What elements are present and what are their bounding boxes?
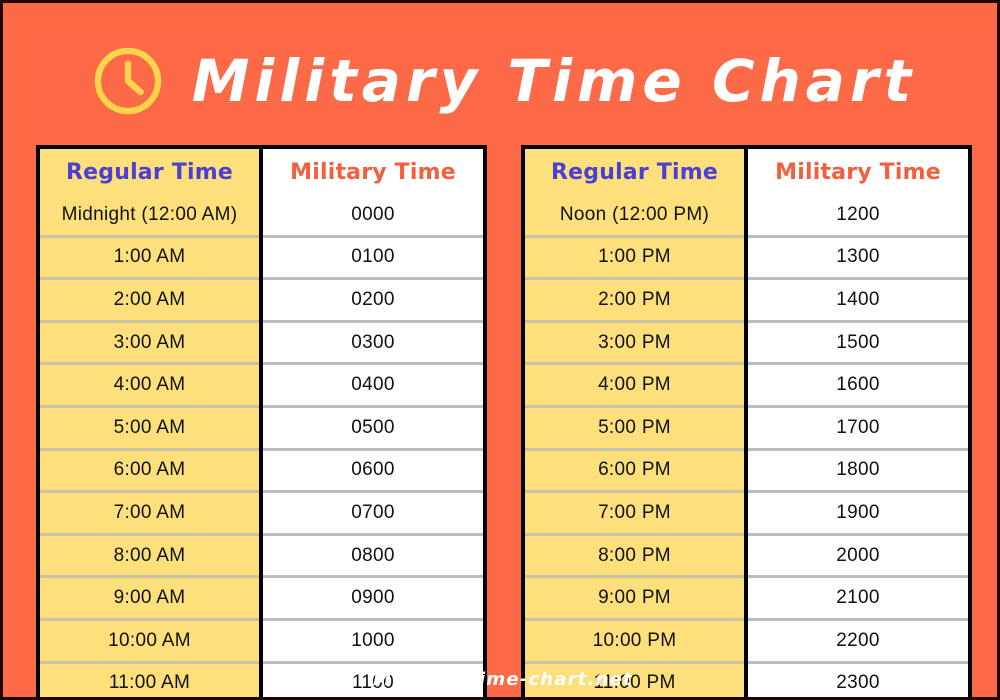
regular-time-cell: 3:00 AM [38, 321, 263, 366]
page-header: Military Time Chart [3, 29, 997, 133]
table-row: 10:00 PM 2200 [523, 619, 970, 664]
regular-time-cell: 8:00 AM [38, 534, 263, 579]
clock-icon [94, 47, 161, 115]
regular-time-cell: 3:00 PM [523, 321, 748, 366]
regular-time-cell: 4:00 AM [38, 363, 263, 408]
military-time-cell: 1900 [745, 491, 970, 536]
table-row: 4:00 PM 1600 [523, 363, 970, 408]
regular-time-cell: Noon (12:00 PM) [523, 195, 748, 238]
military-time-cell: 0000 [260, 195, 485, 238]
table-row: 2:00 AM 0200 [38, 278, 485, 323]
page-title: Military Time Chart [191, 47, 917, 115]
regular-time-cell: Midnight (12:00 AM) [38, 195, 263, 238]
table-row: 5:00 PM 1700 [523, 406, 970, 451]
military-time-cell: 1700 [745, 406, 970, 451]
regular-time-cell: 6:00 PM [523, 449, 748, 494]
table-row: 8:00 PM 2000 [523, 534, 970, 579]
military-time-cell: 0600 [260, 449, 485, 494]
regular-time-cell: 1:00 AM [38, 236, 263, 281]
table-row: Midnight (12:00 AM) 0000 [38, 195, 485, 238]
table-row: 5:00 AM 0500 [38, 406, 485, 451]
table-row: 6:00 AM 0600 [38, 449, 485, 494]
regular-time-cell: 9:00 AM [38, 576, 263, 621]
table-row: 7:00 AM 0700 [38, 491, 485, 536]
table-row: 7:00 PM 1900 [523, 491, 970, 536]
table-row: 3:00 PM 1500 [523, 321, 970, 366]
regular-time-cell: 8:00 PM [523, 534, 748, 579]
time-tables-container: Regular Time Military Time Midnight (12:… [36, 145, 973, 697]
table-row: 3:00 AM 0300 [38, 321, 485, 366]
table-row: 10:00 AM 1000 [38, 619, 485, 664]
page-footer: Military-time-chart.net [3, 669, 997, 690]
military-time-cell: 2100 [745, 576, 970, 621]
regular-time-cell: 5:00 AM [38, 406, 263, 451]
regular-time-cell: 2:00 PM [523, 278, 748, 323]
column-header-military-time: Military Time [745, 147, 970, 195]
table-row: 8:00 AM 0800 [38, 534, 485, 579]
regular-time-cell: 7:00 PM [523, 491, 748, 536]
regular-time-cell: 2:00 AM [38, 278, 263, 323]
regular-time-cell: 10:00 AM [38, 619, 263, 664]
military-time-cell: 0100 [260, 236, 485, 281]
regular-time-cell: 7:00 AM [38, 491, 263, 536]
table-row: 9:00 AM 0900 [38, 576, 485, 621]
military-time-cell: 0900 [260, 576, 485, 621]
military-time-cell: 2000 [745, 534, 970, 579]
military-time-chart-page: Military Time Chart Regular Time Militar… [0, 0, 1000, 700]
military-time-cell: 0700 [260, 491, 485, 536]
am-time-table: Regular Time Military Time Midnight (12:… [36, 145, 487, 697]
table-header-row: Regular Time Military Time [523, 147, 970, 195]
table-header-row: Regular Time Military Time [38, 147, 485, 195]
column-header-regular-time: Regular Time [38, 147, 263, 195]
pm-time-table: Regular Time Military Time Noon (12:00 P… [521, 145, 972, 697]
military-time-cell: 1200 [745, 195, 970, 238]
table-row: 1:00 PM 1300 [523, 236, 970, 281]
table-row: 4:00 AM 0400 [38, 363, 485, 408]
column-header-regular-time: Regular Time [523, 147, 748, 195]
military-time-cell: 1800 [745, 449, 970, 494]
military-time-cell: 1600 [745, 363, 970, 408]
military-time-cell: 0800 [260, 534, 485, 579]
military-time-cell: 0500 [260, 406, 485, 451]
table-row: 1:00 AM 0100 [38, 236, 485, 281]
military-time-cell: 0300 [260, 321, 485, 366]
military-time-cell: 2200 [745, 619, 970, 664]
regular-time-cell: 1:00 PM [523, 236, 748, 281]
regular-time-cell: 9:00 PM [523, 576, 748, 621]
table-row: 2:00 PM 1400 [523, 278, 970, 323]
military-time-cell: 1000 [260, 619, 485, 664]
military-time-cell: 1500 [745, 321, 970, 366]
regular-time-cell: 4:00 PM [523, 363, 748, 408]
military-time-cell: 1300 [745, 236, 970, 281]
regular-time-cell: 6:00 AM [38, 449, 263, 494]
table-row: 9:00 PM 2100 [523, 576, 970, 621]
military-time-cell: 0400 [260, 363, 485, 408]
military-time-cell: 1400 [745, 278, 970, 323]
column-header-military-time: Military Time [260, 147, 485, 195]
table-row: Noon (12:00 PM) 1200 [523, 195, 970, 238]
military-time-cell: 0200 [260, 278, 485, 323]
regular-time-cell: 5:00 PM [523, 406, 748, 451]
table-row: 6:00 PM 1800 [523, 449, 970, 494]
regular-time-cell: 10:00 PM [523, 619, 748, 664]
footer-website-label: Military-time-chart.net [373, 669, 633, 690]
